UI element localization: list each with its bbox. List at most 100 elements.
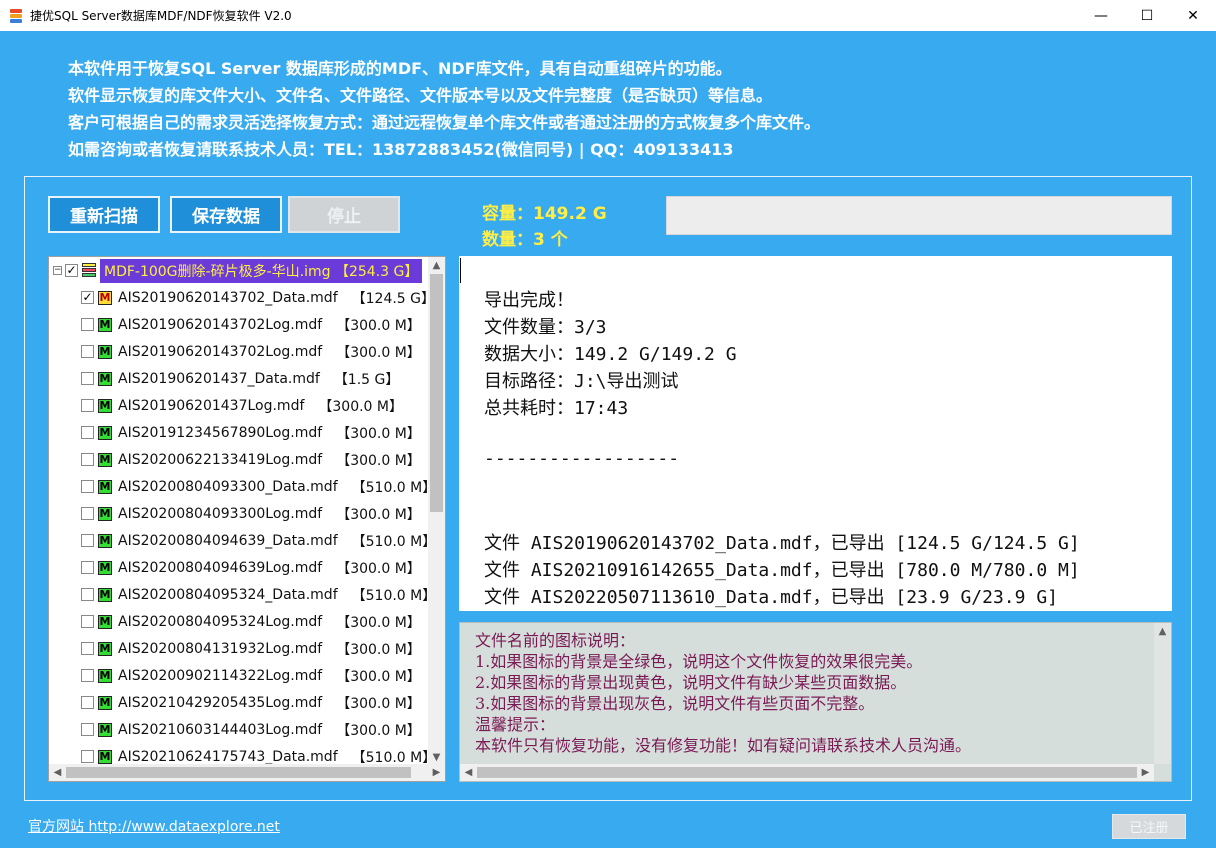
- disk-image-icon: [82, 262, 96, 279]
- mdf-file-icon: M: [98, 749, 112, 764]
- file-size: 【1.5 G】: [333, 371, 400, 388]
- tree-item-row[interactable]: ✓ M AIS20190620143702_Data.mdf 【124.5 G】: [81, 284, 435, 311]
- website-link[interactable]: 官方网站 http://www.dataexplore.net: [28, 816, 280, 836]
- file-size: 【300.0 M】: [336, 695, 421, 712]
- scroll-left-icon[interactable]: ◀: [49, 764, 66, 781]
- file-name: AIS20200804131932Log.mdf: [118, 640, 323, 657]
- file-checkbox[interactable]: ✓: [81, 291, 94, 304]
- file-checkbox[interactable]: [81, 453, 94, 466]
- mdf-file-icon: M: [98, 479, 112, 494]
- icon-legend[interactable]: 文件名前的图标说明： 1.如果图标的背景是全绿色，说明这个文件恢复的效果很完美。…: [459, 622, 1172, 782]
- log-line: 文件 AIS20220507113610_Data.mdf，已导出 [23.9 …: [484, 587, 1058, 608]
- log-line: 总共耗时：17:43: [484, 398, 629, 419]
- file-checkbox[interactable]: [81, 318, 94, 331]
- file-size: 【124.5 G】: [351, 290, 436, 307]
- tree-horizontal-scrollbar[interactable]: ◀ ▶: [49, 764, 445, 781]
- file-checkbox[interactable]: [81, 399, 94, 412]
- file-checkbox[interactable]: [81, 696, 94, 709]
- mdf-file-icon: M: [98, 668, 112, 683]
- file-name: AIS20200804094639Log.mdf: [118, 559, 323, 576]
- tree-item-row[interactable]: M AIS20200622133419Log.mdf 【300.0 M】: [81, 446, 421, 473]
- file-checkbox[interactable]: [81, 588, 94, 601]
- tree-vertical-scrollbar[interactable]: ▲ ▼: [428, 257, 445, 766]
- scroll-up-icon[interactable]: ▲: [428, 257, 445, 274]
- scroll-thumb[interactable]: [66, 767, 411, 778]
- file-name: AIS20200804093300_Data.mdf: [118, 478, 338, 495]
- tree-item-row[interactable]: M AIS20200804093300Log.mdf 【300.0 M】: [81, 500, 421, 527]
- maximize-button[interactable]: ☐: [1124, 0, 1170, 31]
- tree-root-label: MDF-100G删除-碎片极多-华山.img 【254.3 G】: [100, 258, 423, 283]
- mdf-file-icon: M: [98, 344, 112, 359]
- tree-root-row[interactable]: − ✓ MDF-100G删除-碎片极多-华山.img 【254.3 G】: [49, 257, 423, 284]
- registered-button[interactable]: 已注册: [1112, 814, 1186, 839]
- file-size: 【300.0 M】: [336, 506, 421, 523]
- file-name: AIS201906201437_Data.mdf: [118, 370, 320, 387]
- save-data-button[interactable]: 保存数据: [170, 196, 282, 233]
- tree-item-row[interactable]: M AIS201906201437_Data.mdf 【1.5 G】: [81, 365, 399, 392]
- file-size: 【300.0 M】: [336, 722, 421, 739]
- close-button[interactable]: ✕: [1170, 0, 1216, 31]
- root-checkbox[interactable]: ✓: [65, 264, 78, 277]
- tree-item-row[interactable]: M AIS201906201437Log.mdf 【300.0 M】: [81, 392, 403, 419]
- file-name: AIS20190620143702Log.mdf: [118, 316, 323, 333]
- window-title: 捷优SQL Server数据库MDF/NDF恢复软件 V2.0: [30, 9, 292, 23]
- file-size: 【300.0 M】: [336, 344, 421, 361]
- file-size: 【300.0 M】: [318, 398, 403, 415]
- scroll-up-icon[interactable]: ▲: [1154, 623, 1171, 640]
- file-size: 【300.0 M】: [336, 425, 421, 442]
- file-checkbox[interactable]: [81, 345, 94, 358]
- file-name: AIS20210624175743_Data.mdf: [118, 748, 338, 765]
- stop-button[interactable]: 停止: [288, 196, 400, 233]
- collapse-icon[interactable]: −: [53, 266, 62, 275]
- tree-item-row[interactable]: M AIS20200804094639_Data.mdf 【510.0 M】: [81, 527, 436, 554]
- tree-item-row[interactable]: M AIS20200804131932Log.mdf 【300.0 M】: [81, 635, 421, 662]
- file-checkbox[interactable]: [81, 372, 94, 385]
- file-checkbox[interactable]: [81, 723, 94, 736]
- legend-vertical-scrollbar[interactable]: ▲: [1154, 623, 1171, 764]
- scroll-right-icon[interactable]: ▶: [428, 764, 445, 781]
- file-checkbox[interactable]: [81, 426, 94, 439]
- tree-item-row[interactable]: M AIS20210603144403Log.mdf 【300.0 M】: [81, 716, 421, 743]
- tree-item-row[interactable]: M AIS20200902114322Log.mdf 【300.0 M】: [81, 662, 421, 689]
- rescan-button[interactable]: 重新扫描: [48, 196, 160, 233]
- export-log[interactable]: 导出完成！ 文件数量：3/3 数据大小：149.2 G/149.2 G 目标路径：J:…: [459, 256, 1172, 611]
- file-size: 【300.0 M】: [336, 614, 421, 631]
- scroll-thumb[interactable]: [430, 274, 443, 512]
- file-size: 【300.0 M】: [336, 668, 421, 685]
- file-tree[interactable]: − ✓ MDF-100G删除-碎片极多-华山.img 【254.3 G】 ✓ M A…: [48, 256, 446, 782]
- legend-horizontal-scrollbar[interactable]: ◀ ▶: [460, 764, 1154, 781]
- file-size: 【510.0 M】: [351, 587, 437, 604]
- file-checkbox[interactable]: [81, 642, 94, 655]
- file-checkbox[interactable]: [81, 561, 94, 574]
- tree-item-row[interactable]: M AIS20200804095324_Data.mdf 【510.0 M】: [81, 581, 436, 608]
- tree-item-row[interactable]: M AIS20191234567890Log.mdf 【300.0 M】: [81, 419, 421, 446]
- tree-item-row[interactable]: M AIS20200804094639Log.mdf 【300.0 M】: [81, 554, 421, 581]
- file-name: AIS20200622133419Log.mdf: [118, 451, 323, 468]
- scroll-right-icon[interactable]: ▶: [1137, 764, 1154, 781]
- file-checkbox[interactable]: [81, 615, 94, 628]
- minimize-button[interactable]: —: [1078, 0, 1124, 31]
- file-checkbox[interactable]: [81, 534, 94, 547]
- text-caret: [460, 258, 461, 283]
- file-name: AIS20190620143702Log.mdf: [118, 343, 323, 360]
- mdf-file-icon: M: [98, 587, 112, 602]
- file-checkbox[interactable]: [81, 507, 94, 520]
- file-name: AIS20200804095324_Data.mdf: [118, 586, 338, 603]
- tree-item-row[interactable]: M AIS20190620143702Log.mdf 【300.0 M】: [81, 338, 421, 365]
- file-checkbox[interactable]: [81, 750, 94, 763]
- tree-item-row[interactable]: M AIS20200804093300_Data.mdf 【510.0 M】: [81, 473, 436, 500]
- file-name: AIS20190620143702_Data.mdf: [118, 289, 338, 306]
- tree-item-row[interactable]: M AIS20200804095324Log.mdf 【300.0 M】: [81, 608, 421, 635]
- log-line: 目标路径：J:\导出测试: [484, 371, 679, 392]
- mdf-file-icon: M: [98, 506, 112, 521]
- tree-item-row[interactable]: M AIS20190620143702Log.mdf 【300.0 M】: [81, 311, 421, 338]
- file-name: AIS20200804093300Log.mdf: [118, 505, 323, 522]
- file-checkbox[interactable]: [81, 669, 94, 682]
- intro-line: 软件显示恢复的库文件大小、文件名、文件路径、文件版本号以及文件完整度（是否缺页）…: [68, 86, 773, 105]
- progress-bar: [666, 196, 1172, 235]
- file-checkbox[interactable]: [81, 480, 94, 493]
- panel-splitter[interactable]: [448, 256, 456, 782]
- tree-item-row[interactable]: M AIS20210429205435Log.mdf 【300.0 M】: [81, 689, 421, 716]
- scroll-left-icon[interactable]: ◀: [460, 764, 477, 781]
- scroll-thumb[interactable]: [477, 767, 1137, 778]
